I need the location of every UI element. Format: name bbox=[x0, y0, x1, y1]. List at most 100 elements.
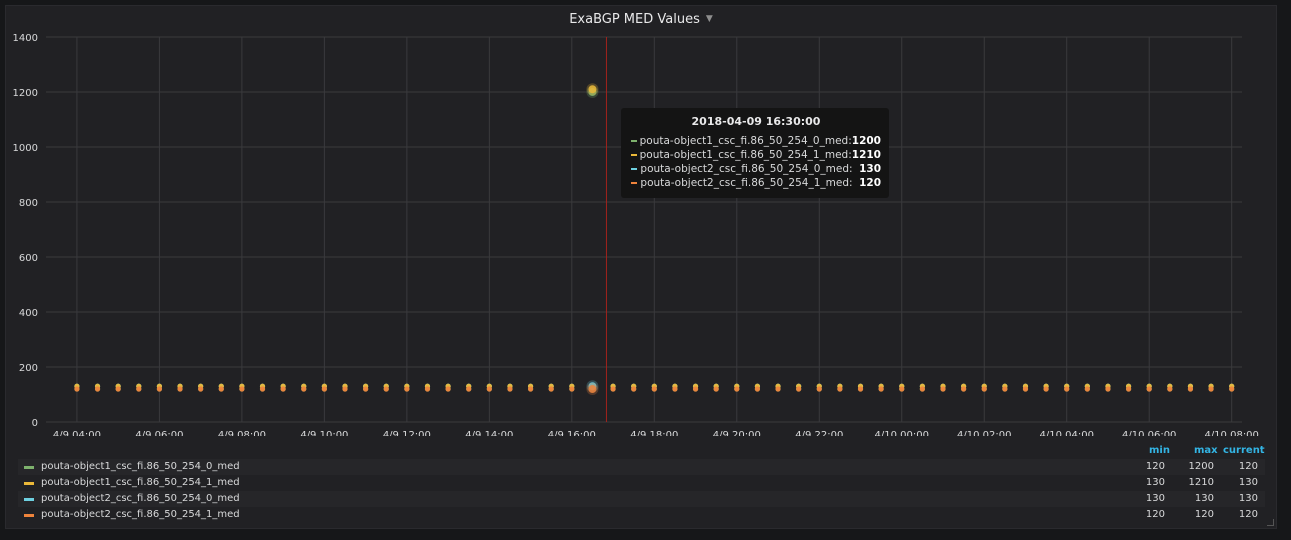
legend-row[interactable]: pouta-object1_csc_fi.86_50_254_1_med 130 1… bbox=[18, 475, 1265, 491]
data-point bbox=[1043, 386, 1049, 392]
data-point bbox=[1187, 386, 1194, 392]
x-tick-label: 4/9 08:00 bbox=[218, 430, 266, 436]
data-point bbox=[816, 386, 822, 392]
data-point bbox=[466, 386, 472, 392]
y-tick-label: 1200 bbox=[13, 88, 38, 99]
legend-series-name[interactable]: pouta-object2_csc_fi.86_50_254_1_med bbox=[41, 507, 240, 523]
data-point bbox=[919, 386, 925, 392]
data-point bbox=[136, 386, 142, 392]
x-tick-label: 4/9 20:00 bbox=[713, 430, 761, 436]
legend-header-min[interactable]: min bbox=[1149, 445, 1170, 456]
legend-row[interactable]: pouta-object1_csc_fi.86_50_254_0_med 120 1… bbox=[18, 459, 1265, 475]
data-point bbox=[198, 386, 204, 392]
legend-min: 130 bbox=[1145, 493, 1165, 504]
legend-series-name[interactable]: pouta-object1_csc_fi.86_50_254_1_med bbox=[41, 475, 240, 491]
tooltip-value: 120 bbox=[859, 177, 881, 189]
y-tick-label: 600 bbox=[19, 253, 38, 264]
x-tick-label: 4/9 06:00 bbox=[135, 430, 183, 436]
data-point bbox=[775, 386, 781, 392]
data-point bbox=[218, 386, 224, 392]
chart-plot-area[interactable]: 0200400600800100012001400 4/9 04:00 4/9 0… bbox=[6, 6, 1276, 436]
data-point bbox=[177, 386, 183, 392]
legend-current: 130 bbox=[1238, 477, 1258, 488]
tooltip-swatch bbox=[631, 154, 637, 156]
legend-min: 130 bbox=[1145, 477, 1165, 488]
x-tick-label: 4/9 04:00 bbox=[53, 430, 101, 436]
x-tick-label: 4/9 10:00 bbox=[300, 430, 348, 436]
y-tick-label: 200 bbox=[19, 363, 38, 374]
resize-handle[interactable] bbox=[1267, 519, 1274, 526]
legend-current: 120 bbox=[1238, 509, 1258, 520]
data-point bbox=[692, 386, 699, 392]
legend-min: 120 bbox=[1145, 509, 1165, 520]
data-point bbox=[527, 386, 534, 392]
legend-table: min max current pouta-object1_csc_fi.86_… bbox=[18, 445, 1265, 523]
data-point bbox=[857, 386, 864, 392]
tooltip-row: pouta-object2_csc_fi.86_50_254_1_med: 120 bbox=[631, 176, 881, 190]
x-tick-label: 4/10 08:00 bbox=[1204, 430, 1258, 436]
data-point bbox=[878, 386, 884, 392]
data-point bbox=[507, 386, 513, 392]
legend-series-name[interactable]: pouta-object1_csc_fi.86_50_254_0_med bbox=[41, 459, 240, 475]
legend-min: 120 bbox=[1145, 461, 1165, 472]
legend-row[interactable]: pouta-object2_csc_fi.86_50_254_0_med 130 1… bbox=[18, 491, 1265, 507]
data-point bbox=[672, 386, 678, 392]
data-point bbox=[961, 386, 967, 392]
tooltip-row: pouta-object2_csc_fi.86_50_254_0_med: 130 bbox=[631, 162, 881, 176]
x-tick-label: 4/10 02:00 bbox=[957, 430, 1011, 436]
data-point bbox=[548, 386, 554, 392]
data-point bbox=[1146, 386, 1152, 392]
legend-max: 1210 bbox=[1188, 477, 1214, 488]
y-axis: 0 200 400 600 800 1000 1200 1400 bbox=[13, 33, 38, 429]
legend-swatch[interactable] bbox=[24, 482, 34, 485]
y-tick-label: 1400 bbox=[13, 33, 38, 44]
y-tick-label: 400 bbox=[19, 308, 38, 319]
tooltip-series-label: pouta-object1_csc_fi.86_50_254_1_med: bbox=[639, 149, 852, 161]
legend-max: 120 bbox=[1194, 509, 1214, 520]
data-point bbox=[239, 386, 245, 392]
data-point bbox=[940, 386, 946, 392]
data-point bbox=[404, 386, 410, 392]
y-tick-label: 0 bbox=[32, 418, 38, 429]
legend-header-current[interactable]: current bbox=[1223, 445, 1265, 456]
x-tick-label: 4/10 06:00 bbox=[1122, 430, 1176, 436]
data-point bbox=[1125, 386, 1132, 392]
tooltip-series-label: pouta-object1_csc_fi.86_50_254_0_med: bbox=[639, 135, 852, 147]
data-point bbox=[259, 386, 266, 392]
data-point bbox=[754, 386, 761, 392]
x-tick-label: 4/10 00:00 bbox=[875, 430, 929, 436]
data-point bbox=[651, 386, 657, 392]
legend-series-name[interactable]: pouta-object2_csc_fi.86_50_254_0_med bbox=[41, 491, 240, 507]
data-point bbox=[713, 386, 719, 392]
tooltip-value: 130 bbox=[859, 163, 881, 175]
x-tick-label: 4/9 16:00 bbox=[548, 430, 596, 436]
data-point bbox=[156, 386, 163, 392]
data-point bbox=[981, 386, 987, 392]
data-point bbox=[280, 386, 286, 392]
legend-header-max[interactable]: max bbox=[1194, 445, 1218, 456]
data-point bbox=[734, 386, 740, 392]
tooltip-row: pouta-object1_csc_fi.86_50_254_1_med: 121… bbox=[631, 148, 881, 162]
data-point bbox=[342, 386, 348, 392]
tooltip-series-label: pouta-object2_csc_fi.86_50_254_1_med: bbox=[640, 177, 853, 189]
data-point bbox=[796, 386, 802, 392]
data-point bbox=[363, 386, 369, 392]
legend-swatch[interactable] bbox=[24, 498, 34, 501]
graph-panel: ExaBGP MED Values ▼ 0 200 400 600 800 1000 1200… bbox=[5, 5, 1277, 529]
x-tick-label: 4/9 18:00 bbox=[630, 430, 678, 436]
data-point bbox=[1002, 386, 1008, 392]
x-tick-label: 4/10 04:00 bbox=[1039, 430, 1093, 436]
tooltip-swatch bbox=[631, 168, 638, 170]
legend-row[interactable]: pouta-object2_csc_fi.86_50_254_1_med 120 1… bbox=[18, 507, 1265, 523]
data-point bbox=[445, 386, 451, 392]
legend-swatch[interactable] bbox=[24, 514, 34, 517]
data-point bbox=[610, 386, 616, 392]
tooltip-swatch bbox=[631, 140, 637, 142]
data-point-halo bbox=[586, 383, 599, 395]
legend-swatch[interactable] bbox=[24, 466, 34, 469]
data-point bbox=[837, 386, 843, 392]
data-point bbox=[424, 386, 431, 392]
y-tick-label: 1000 bbox=[13, 143, 38, 154]
data-point bbox=[899, 386, 905, 392]
legend-header: min max current bbox=[18, 445, 1265, 459]
